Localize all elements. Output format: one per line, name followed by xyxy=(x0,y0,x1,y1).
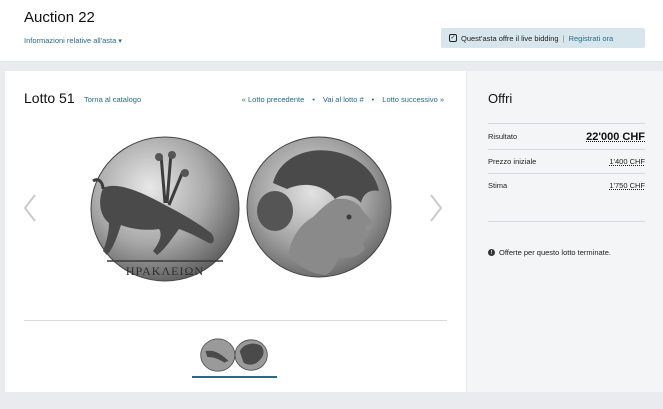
live-bidding-banner: ✓ Quest'asta offre il live bidding | Reg… xyxy=(441,28,645,48)
offers-divider xyxy=(488,221,645,222)
lot-title: Lotto 51 xyxy=(24,90,75,106)
next-lot-link[interactable]: Lotto successivo » xyxy=(382,95,444,104)
go-to-lot-link[interactable]: Vai al lotto # xyxy=(323,95,364,104)
offer-value: 1'400 CHF xyxy=(609,157,645,166)
offers-panel: Offri Risultato 22'000 CHF Prezzo inizia… xyxy=(467,71,663,392)
offer-label: Prezzo iniziale xyxy=(488,157,537,166)
offers-title: Offri xyxy=(488,91,513,106)
bidding-closed-notice: ! Offerte per questo lotto terminate. xyxy=(488,248,611,257)
chevron-right-icon[interactable] xyxy=(429,193,443,223)
auction-info-label: Informazioni relative all'asta xyxy=(24,36,117,45)
offer-label: Stima xyxy=(488,181,508,190)
chevron-left-icon[interactable] xyxy=(23,193,37,223)
nav-bullet: • xyxy=(371,95,375,104)
back-to-catalog-link[interactable]: Torna al catalogo xyxy=(84,95,141,104)
offer-row-result: Risultato 22'000 CHF xyxy=(488,123,645,149)
auction-title: Auction 22 xyxy=(24,9,95,26)
image-divider xyxy=(24,320,447,321)
caret-down-icon: ▾ xyxy=(118,38,122,45)
offer-label: Risultato xyxy=(488,132,518,141)
register-link[interactable]: Registrati ora xyxy=(569,34,614,43)
lot-navigation: « Lotto precedente • Vai al lotto # • Lo… xyxy=(242,95,444,104)
nav-bullet: • xyxy=(312,95,315,104)
live-bidding-text: Quest'asta offre il live bidding xyxy=(461,33,559,43)
auction-info-link[interactable]: Informazioni relative all'asta ▾ xyxy=(24,36,122,45)
coin-obverse xyxy=(246,136,392,278)
checkbox-icon: ✓ xyxy=(449,34,457,42)
offer-value: 22'000 CHF xyxy=(586,130,645,143)
lot-panel: Lotto 51 Torna al catalogo « Lotto prece… xyxy=(5,71,466,392)
separator: | xyxy=(562,33,565,43)
coin-inscription: ΗΡΑΚΛΕΙΩΝ xyxy=(126,264,204,278)
offer-value: 1'750 CHF xyxy=(609,181,645,190)
previous-lot-link[interactable]: « Lotto precedente xyxy=(242,95,305,104)
auction-header: Auction 22 Informazioni relative all'ast… xyxy=(0,0,663,62)
coin-thumbnail[interactable] xyxy=(192,336,277,378)
coin-main-image[interactable]: ΗΡΑΚΛΕΙΩΝ xyxy=(73,133,403,289)
bidding-closed-text: Offerte per questo lotto terminate. xyxy=(499,248,612,257)
coin-reverse: ΗΡΑΚΛΕΙΩΝ xyxy=(90,136,240,282)
info-icon: ! xyxy=(488,249,495,256)
offer-row-estimate: Stima 1'750 CHF xyxy=(488,173,645,197)
offer-row-starting-price: Prezzo iniziale 1'400 CHF xyxy=(488,149,645,173)
